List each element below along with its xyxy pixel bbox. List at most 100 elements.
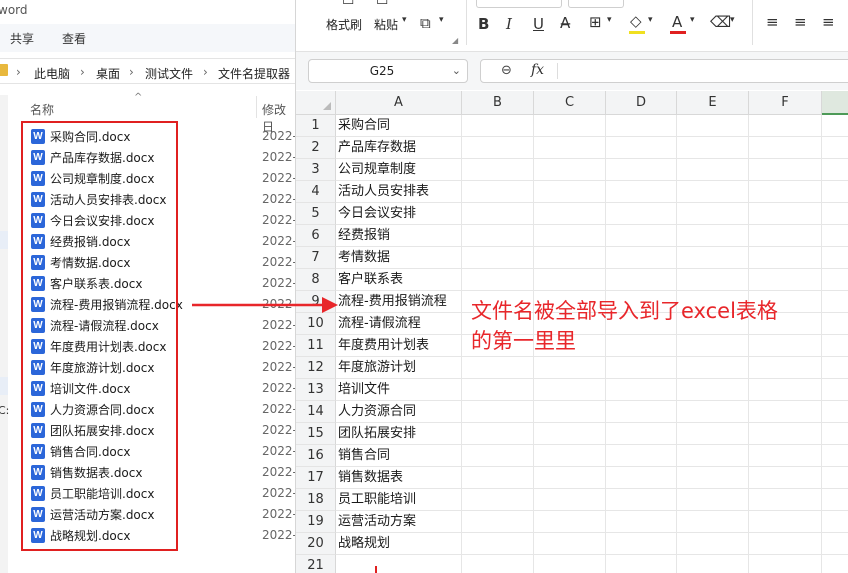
chevron-right-icon: › xyxy=(203,65,208,79)
row-header[interactable]: 12 xyxy=(296,357,336,379)
modified-date: 2022- xyxy=(262,129,295,143)
row-header[interactable]: 2 xyxy=(296,137,336,159)
row-header[interactable]: 1 xyxy=(296,115,336,137)
chevron-down-icon[interactable]: ▾ xyxy=(607,15,612,25)
row-header[interactable]: 3 xyxy=(296,159,336,181)
nav-drive-label[interactable]: C: xyxy=(0,404,9,417)
breadcrumb-current-folder[interactable]: 文件名提取器 xyxy=(218,65,290,82)
strikethrough-icon[interactable]: A̶ xyxy=(560,14,570,32)
cell-a[interactable]: 产品库存数据 xyxy=(338,137,463,159)
row-header[interactable]: 7 xyxy=(296,247,336,269)
modified-date: 2022- xyxy=(262,486,295,500)
row-header[interactable]: 20 xyxy=(296,533,336,555)
column-header-f[interactable]: F xyxy=(749,91,822,115)
format-painter-button[interactable]: 格式刷 xyxy=(326,16,362,33)
cell-a[interactable]: 年度旅游计划 xyxy=(338,357,463,379)
row-header[interactable]: 17 xyxy=(296,467,336,489)
chevron-down-icon[interactable]: ▾ xyxy=(648,15,653,25)
cell-a[interactable]: 采购合同 xyxy=(338,115,463,137)
row-header[interactable]: 8 xyxy=(296,269,336,291)
selected-column-header-g[interactable] xyxy=(822,91,848,115)
column-header-name[interactable]: 名称 xyxy=(30,101,54,118)
chevron-down-icon[interactable]: ▾ xyxy=(402,15,407,25)
italic-button[interactable]: I xyxy=(506,15,512,33)
cell-a[interactable] xyxy=(338,555,463,573)
align-left-icon[interactable]: ≡ xyxy=(766,13,779,31)
menu-share[interactable]: 共享 xyxy=(10,30,34,47)
clipboard-icon[interactable]: ▭ xyxy=(342,0,354,9)
column-header-c[interactable]: C xyxy=(534,91,606,115)
chevron-down-icon[interactable]: ▾ xyxy=(439,15,444,25)
modified-date: 2022- xyxy=(262,423,295,437)
chevron-down-icon[interactable]: ▾ xyxy=(690,15,695,25)
eraser-icon[interactable]: ⌫ xyxy=(710,13,731,31)
cell-a[interactable]: 客户联系表 xyxy=(338,269,463,291)
bold-button[interactable]: B xyxy=(478,15,489,33)
column-header-a[interactable]: A xyxy=(336,91,462,115)
cell-a[interactable]: 员工职能培训 xyxy=(338,489,463,511)
cell-a[interactable]: 培训文件 xyxy=(338,379,463,401)
cell-a[interactable]: 经费报销 xyxy=(338,225,463,247)
align-right-icon[interactable]: ≡ xyxy=(822,13,835,31)
chevron-down-icon[interactable]: ▾ xyxy=(730,15,735,25)
paste-button[interactable]: 粘贴 xyxy=(374,16,398,33)
formula-bar[interactable]: ⊖ fx xyxy=(480,59,848,83)
cell-a[interactable]: 销售数据表 xyxy=(338,467,463,489)
row-header[interactable]: 5 xyxy=(296,203,336,225)
cell-a[interactable]: 流程-费用报销流程 xyxy=(338,291,463,313)
zoom-icon[interactable]: ⊖ xyxy=(501,63,512,78)
cell-a[interactable]: 公司规章制度 xyxy=(338,159,463,181)
cell-a[interactable]: 今日会议安排 xyxy=(338,203,463,225)
row-header[interactable]: 18 xyxy=(296,489,336,511)
name-box[interactable]: G25 ⌄ xyxy=(308,59,468,83)
border-icon[interactable]: ⊞ xyxy=(589,13,602,31)
cell-a[interactable]: 人力资源合同 xyxy=(338,401,463,423)
cell-a[interactable]: 流程-请假流程 xyxy=(338,313,463,335)
breadcrumb-desktop[interactable]: 桌面 xyxy=(96,65,120,82)
cell-a[interactable]: 销售合同 xyxy=(338,445,463,467)
font-name-select[interactable] xyxy=(476,0,562,8)
paste-special-icon[interactable]: ⧉ xyxy=(420,14,431,32)
fx-icon[interactable]: fx xyxy=(531,62,544,78)
file-explorer-window: word 共享 查看 › 此电脑 › 桌面 › 测试文件 › 文件名提取器 C:… xyxy=(0,0,295,573)
column-header-e[interactable]: E xyxy=(677,91,749,115)
font-color-button[interactable]: A xyxy=(672,13,682,31)
row-header[interactable]: 15 xyxy=(296,423,336,445)
row-header[interactable]: 21 xyxy=(296,555,336,573)
row-header[interactable]: 11 xyxy=(296,335,336,357)
cell-a[interactable]: 运营活动方案 xyxy=(338,511,463,533)
fill-color-icon[interactable]: ◇ xyxy=(630,12,642,30)
row-header[interactable]: 4 xyxy=(296,181,336,203)
row-header[interactable]: 14 xyxy=(296,401,336,423)
column-divider[interactable] xyxy=(256,96,257,118)
cell-a[interactable]: 活动人员安排表 xyxy=(338,181,463,203)
address-bar[interactable]: › 此电脑 › 桌面 › 测试文件 › 文件名提取器 xyxy=(0,58,295,84)
cell-a[interactable]: 考情数据 xyxy=(338,247,463,269)
row-header[interactable]: 13 xyxy=(296,379,336,401)
dialog-launcher-icon[interactable]: ◢ xyxy=(452,36,458,45)
column-header-d[interactable]: D xyxy=(606,91,677,115)
row-header[interactable]: 6 xyxy=(296,225,336,247)
breadcrumb-test-files[interactable]: 测试文件 xyxy=(145,65,193,82)
row-header[interactable]: 19 xyxy=(296,511,336,533)
modified-date: 2022- xyxy=(262,192,295,206)
breadcrumb-this-pc[interactable]: 此电脑 xyxy=(34,65,70,82)
modified-date: 2022- xyxy=(262,528,295,542)
nav-item[interactable] xyxy=(0,231,8,249)
copy-icon[interactable]: ▭ xyxy=(376,0,388,9)
name-box-value: G25 xyxy=(369,64,395,78)
highlight-box xyxy=(21,121,178,551)
cell-a[interactable]: 年度费用计划表 xyxy=(338,335,463,357)
column-header-b[interactable]: B xyxy=(462,91,534,115)
cell-a[interactable]: 团队拓展安排 xyxy=(338,423,463,445)
cell-a[interactable]: 战略规划 xyxy=(338,533,463,555)
row-header[interactable]: 16 xyxy=(296,445,336,467)
chevron-down-icon[interactable]: ⌄ xyxy=(452,64,461,77)
select-all-corner[interactable] xyxy=(296,91,336,115)
font-size-select[interactable] xyxy=(568,0,624,8)
nav-item[interactable] xyxy=(0,377,8,395)
underline-button[interactable]: U xyxy=(533,15,544,33)
fill-color-swatch xyxy=(629,31,645,34)
align-center-icon[interactable]: ≡ xyxy=(794,13,807,31)
menu-view[interactable]: 查看 xyxy=(62,30,86,47)
